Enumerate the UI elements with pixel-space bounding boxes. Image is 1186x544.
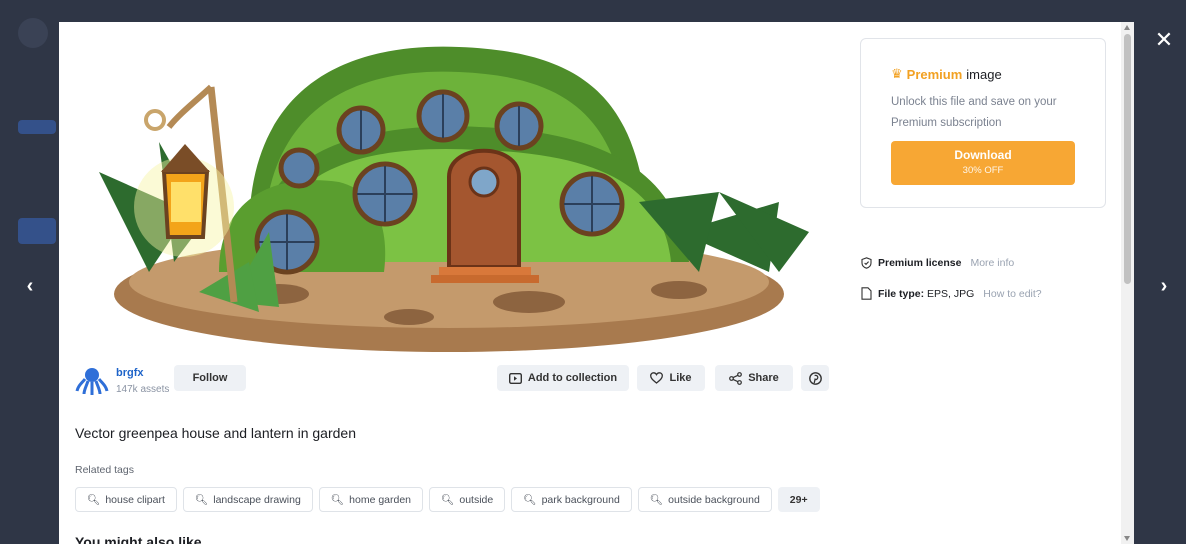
more-info-link[interactable]: More info <box>970 257 1014 269</box>
author-avatar[interactable] <box>75 364 109 398</box>
like-button[interactable]: Like <box>637 365 705 391</box>
collection-icon <box>508 372 522 384</box>
discount-label: 30% OFF <box>962 165 1004 176</box>
tag-landscape-drawing[interactable]: 🔍︎ landscape drawing <box>182 487 313 512</box>
download-label: Download <box>954 148 1012 162</box>
next-arrow-icon[interactable]: › <box>1150 272 1178 300</box>
share-button[interactable]: Share <box>715 365 793 391</box>
search-icon: 🔍︎ <box>194 494 209 506</box>
more-tags-button[interactable]: 29+ <box>777 487 820 512</box>
premium-title: ♛ Premium image <box>891 66 1002 82</box>
like-label: Like <box>669 372 692 384</box>
share-label: Share <box>748 372 779 384</box>
premium-description: Unlock this file and save on your Premiu… <box>891 96 1057 129</box>
license-row: Premium license More info <box>861 257 1014 269</box>
you-might-also-like-heading: You might also like <box>75 534 202 544</box>
search-icon: 🔍︎ <box>330 494 345 506</box>
resource-title: Vector greenpea house and lantern in gar… <box>75 425 356 441</box>
resource-preview-image <box>99 46 809 352</box>
how-to-edit-link[interactable]: How to edit? <box>983 288 1041 300</box>
file-type-row: File type: EPS, JPG How to edit? <box>861 287 1042 300</box>
crown-icon: ♛ <box>891 66 903 81</box>
license-label: Premium license <box>878 257 962 269</box>
close-button[interactable]: ✕ <box>1150 26 1178 54</box>
author-name[interactable]: brgfx <box>116 367 169 379</box>
download-button[interactable]: Download 30% OFF <box>891 141 1075 185</box>
pinterest-icon <box>808 371 822 385</box>
add-to-collection-button[interactable]: Add to collection <box>497 365 629 391</box>
search-icon: 🔍︎ <box>523 494 537 506</box>
file-icon <box>861 287 872 300</box>
modal-scrollbar[interactable] <box>1121 22 1134 544</box>
related-tags-list: 🔍︎ house clipart 🔍︎ landscape drawing 🔍︎ ho… <box>75 487 820 512</box>
related-tags-label: Related tags <box>75 464 134 476</box>
follow-button[interactable]: Follow <box>174 365 246 391</box>
tag-house-clipart[interactable]: 🔍︎ house clipart <box>75 487 177 512</box>
share-icon <box>729 371 743 385</box>
premium-title-rest: image <box>966 66 1002 82</box>
scrollbar-thumb[interactable] <box>1124 34 1131 284</box>
scroll-down-arrow-icon[interactable] <box>1124 536 1130 541</box>
tag-outside[interactable]: 🔍︎ outside <box>429 487 506 512</box>
pinterest-button[interactable] <box>801 365 829 391</box>
tag-outside-background[interactable]: 🔍︎ outside background <box>637 487 772 512</box>
add-to-collection-label: Add to collection <box>527 372 618 384</box>
tag-park-background[interactable]: 🔍︎ park background <box>511 487 632 512</box>
file-type-value: EPS, JPG <box>927 287 975 300</box>
search-icon: 🔍︎ <box>441 494 455 506</box>
heart-icon <box>650 372 664 384</box>
author-assets-count: 147k assets <box>116 384 170 395</box>
author-block: brgfx 147k assets <box>75 364 169 398</box>
search-icon: 🔍︎ <box>649 494 664 506</box>
resource-modal: brgfx 147k assets Follow Add to collecti… <box>59 22 1134 544</box>
shield-icon <box>861 257 872 269</box>
scroll-up-arrow-icon[interactable] <box>1124 25 1130 30</box>
search-icon: 🔍︎ <box>87 494 101 506</box>
tag-home-garden[interactable]: 🔍︎ home garden <box>318 487 424 512</box>
file-type-label: File type: <box>878 287 925 300</box>
premium-card: ♛ Premium image Unlock this file and sav… <box>860 38 1106 208</box>
previous-arrow-icon[interactable]: ‹ <box>16 272 44 300</box>
premium-accent-text: Premium <box>906 66 963 82</box>
